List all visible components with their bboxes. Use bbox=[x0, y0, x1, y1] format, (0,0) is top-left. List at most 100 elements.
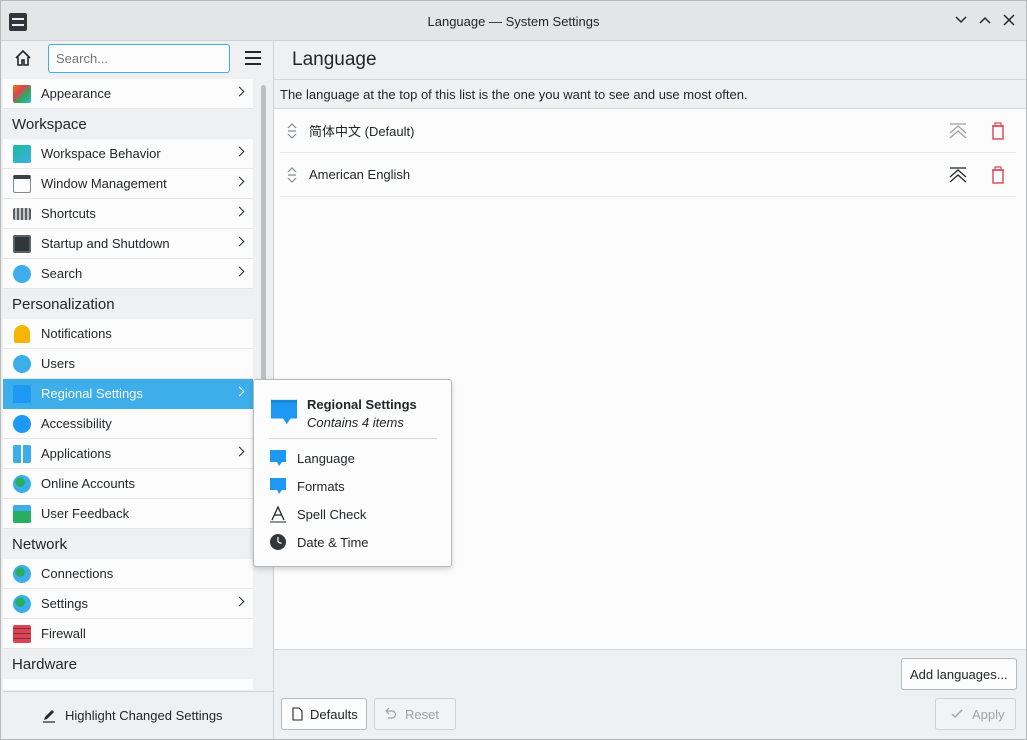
sidebar-item-network-settings[interactable]: Settings bbox=[3, 589, 253, 619]
window-management-icon bbox=[13, 175, 31, 193]
home-button[interactable] bbox=[13, 48, 37, 72]
monitor-icon bbox=[13, 235, 31, 253]
apply-button[interactable]: Apply bbox=[935, 698, 1016, 730]
sidebar-item-label: Online Accounts bbox=[41, 476, 135, 491]
titlebar: Language — System Settings bbox=[1, 1, 1026, 41]
clock-icon bbox=[270, 534, 286, 550]
scrollbar-thumb[interactable] bbox=[261, 85, 266, 380]
language-row[interactable]: American English bbox=[280, 153, 1016, 197]
subcategory-popup: Regional Settings Contains 4 items Langu… bbox=[253, 379, 452, 567]
reset-button[interactable]: Reset bbox=[374, 698, 456, 730]
sidebar-item-accessibility[interactable]: Accessibility bbox=[3, 409, 253, 439]
speech-bubble-icon bbox=[270, 450, 286, 466]
move-to-top-icon bbox=[949, 123, 967, 139]
main-footer: Add languages... Defaults Reset Apply bbox=[274, 649, 1026, 739]
popup-item-spell-check[interactable]: Spell Check bbox=[269, 502, 439, 526]
sidebar: Appearance Workspace Workspace Behavior … bbox=[3, 41, 274, 739]
popup-item-date-time[interactable]: Date & Time bbox=[269, 530, 439, 554]
sidebar-item-label: Startup and Shutdown bbox=[41, 236, 170, 251]
sidebar-item-label: Settings bbox=[41, 596, 88, 611]
speech-bubble-icon bbox=[271, 399, 297, 425]
window-title: Language — System Settings bbox=[427, 14, 600, 29]
add-languages-button[interactable]: Add languages... bbox=[901, 658, 1017, 690]
sidebar-item-notifications[interactable]: Notifications bbox=[3, 319, 253, 349]
defaults-button[interactable]: Defaults bbox=[281, 698, 367, 730]
close-button[interactable] bbox=[999, 11, 1019, 31]
appearance-icon bbox=[13, 85, 31, 103]
highlight-changed-settings-button[interactable]: Highlight Changed Settings bbox=[41, 703, 223, 727]
spell-check-icon bbox=[270, 505, 286, 523]
maximize-button[interactable] bbox=[975, 11, 995, 31]
sidebar-item-label: Shortcuts bbox=[41, 206, 96, 221]
sidebar-item-label: Firewall bbox=[41, 626, 86, 641]
group-header-workspace: Workspace bbox=[3, 109, 253, 139]
group-header-hardware: Hardware bbox=[3, 649, 253, 679]
sidebar-item-label: Users bbox=[41, 356, 75, 371]
sidebar-item-regional-settings[interactable]: Regional Settings bbox=[3, 379, 253, 409]
search-input[interactable] bbox=[48, 44, 230, 73]
firewall-icon bbox=[13, 625, 31, 643]
popup-item-formats[interactable]: Formats bbox=[269, 474, 439, 498]
sidebar-footer: Highlight Changed Settings bbox=[3, 691, 273, 739]
language-label: 简体中文 (Default) bbox=[309, 124, 415, 139]
trash-icon bbox=[992, 166, 1004, 184]
popup-item-language[interactable]: Language bbox=[269, 446, 439, 470]
reset-label: Reset bbox=[405, 706, 439, 722]
popup-item-label: Language bbox=[297, 450, 355, 466]
sidebar-item-window-management[interactable]: Window Management bbox=[3, 169, 253, 199]
checkmark-icon bbox=[951, 709, 963, 718]
promote-to-default-button[interactable] bbox=[948, 165, 968, 185]
sidebar-item-search[interactable]: Search bbox=[3, 259, 253, 289]
chevron-right-icon bbox=[234, 86, 245, 97]
chevron-down-icon bbox=[955, 16, 967, 24]
chevron-right-icon bbox=[234, 596, 245, 607]
add-languages-label: Add languages... bbox=[910, 666, 1008, 682]
trash-icon bbox=[992, 122, 1004, 140]
workspace-behavior-icon bbox=[13, 145, 31, 163]
language-row[interactable]: 简体中文 (Default) bbox=[280, 109, 1016, 153]
sidebar-item-firewall[interactable]: Firewall bbox=[3, 619, 253, 649]
chevron-up-icon bbox=[979, 16, 991, 24]
applications-grid-icon bbox=[13, 445, 31, 463]
chevron-right-icon bbox=[234, 176, 245, 187]
sidebar-item-user-feedback[interactable]: User Feedback bbox=[3, 499, 253, 529]
sidebar-item-users[interactable]: Users bbox=[3, 349, 253, 379]
speech-bubble-icon bbox=[13, 385, 31, 403]
sidebar-item-label: User Feedback bbox=[41, 506, 130, 521]
sidebar-item-startup-shutdown[interactable]: Startup and Shutdown bbox=[3, 229, 253, 259]
minimize-button[interactable] bbox=[951, 11, 971, 31]
globe-icon bbox=[13, 595, 31, 613]
globe-icon bbox=[13, 475, 31, 493]
chevron-right-icon bbox=[234, 206, 245, 217]
sidebar-item-online-accounts[interactable]: Online Accounts bbox=[3, 469, 253, 499]
category-list: Appearance Workspace Workspace Behavior … bbox=[3, 79, 253, 690]
hamburger-icon bbox=[245, 51, 261, 53]
chevron-right-icon bbox=[234, 266, 245, 277]
system-settings-window: Language — System Settings Search... App… bbox=[0, 0, 1027, 740]
drag-handle-icon[interactable] bbox=[286, 123, 298, 139]
feedback-icon bbox=[13, 505, 31, 523]
chevron-right-icon bbox=[234, 446, 245, 457]
sidebar-item-shortcuts[interactable]: Shortcuts bbox=[3, 199, 253, 229]
sidebar-toolbar bbox=[3, 41, 273, 77]
popup-subtitle: Contains 4 items bbox=[307, 415, 404, 430]
sidebar-item-connections[interactable]: Connections bbox=[3, 559, 253, 589]
undo-icon bbox=[385, 707, 397, 719]
remove-language-button[interactable] bbox=[988, 165, 1008, 185]
speech-bubble-icon bbox=[270, 478, 286, 494]
popup-item-label: Formats bbox=[297, 478, 345, 494]
group-header-network: Network bbox=[3, 529, 253, 559]
popup-item-label: Spell Check bbox=[297, 506, 367, 522]
hamburger-menu-button[interactable] bbox=[245, 51, 261, 65]
search-icon bbox=[13, 265, 31, 283]
remove-language-button[interactable] bbox=[988, 121, 1008, 141]
sidebar-item-label: Accessibility bbox=[41, 416, 112, 431]
sidebar-item-workspace-behavior[interactable]: Workspace Behavior bbox=[3, 139, 253, 169]
move-to-top-icon bbox=[949, 167, 967, 183]
sidebar-item-label: Search bbox=[41, 266, 83, 281]
drag-handle-icon[interactable] bbox=[286, 167, 298, 183]
sidebar-item-applications[interactable]: Applications bbox=[3, 439, 253, 469]
sidebar-item-appearance[interactable]: Appearance bbox=[3, 79, 253, 109]
close-icon bbox=[1003, 14, 1015, 26]
sidebar-item-label: Applications bbox=[41, 446, 112, 461]
